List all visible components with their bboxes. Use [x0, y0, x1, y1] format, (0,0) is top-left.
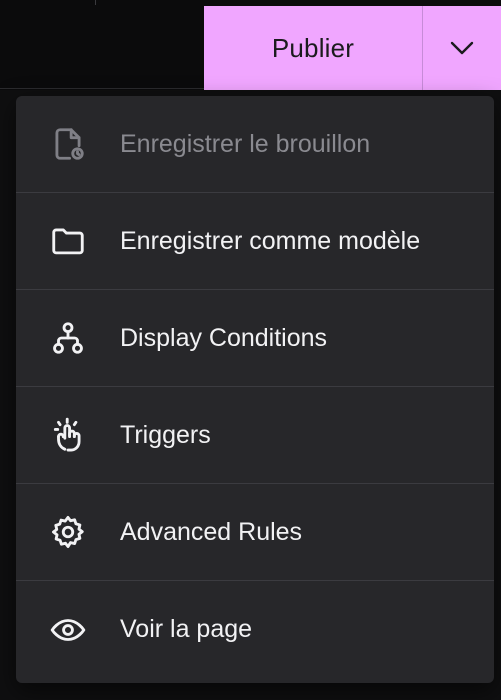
menu-item-advanced-rules[interactable]: Advanced Rules: [16, 484, 494, 581]
menu-item-label: Voir la page: [120, 615, 253, 643]
top-bar: Publier: [0, 0, 501, 90]
folder-icon: [49, 222, 87, 260]
menu-item-label: Enregistrer comme modèle: [120, 226, 421, 255]
menu-item-save-template[interactable]: Enregistrer comme modèle: [16, 193, 494, 290]
publish-button-label: Publier: [271, 32, 355, 63]
publish-options-menu: Enregistrer le brouillon Enregistrer com…: [16, 96, 494, 683]
menu-item-label: Advanced Rules: [120, 517, 303, 546]
chevron-down-icon: [450, 41, 474, 55]
gear-icon: [49, 513, 87, 551]
menu-item-view-page[interactable]: Voir la page: [16, 581, 494, 678]
menu-item-triggers[interactable]: Triggers: [16, 387, 494, 484]
menu-item-label: Display Conditions: [120, 323, 328, 352]
menu-item-save-draft[interactable]: Enregistrer le brouillon: [16, 96, 494, 193]
hand-click-icon: [49, 416, 87, 454]
publish-dropdown-toggle[interactable]: [423, 6, 501, 90]
eye-icon: [49, 611, 87, 649]
hierarchy-icon: [49, 319, 87, 357]
top-bar-mark: [95, 0, 96, 5]
file-clock-icon: [49, 125, 87, 163]
top-bar-left-area: [0, 0, 204, 89]
publish-button[interactable]: Publier: [204, 6, 423, 90]
menu-item-display-conditions[interactable]: Display Conditions: [16, 290, 494, 387]
menu-item-label: Triggers: [120, 420, 211, 449]
menu-item-label: Enregistrer le brouillon: [120, 129, 371, 158]
